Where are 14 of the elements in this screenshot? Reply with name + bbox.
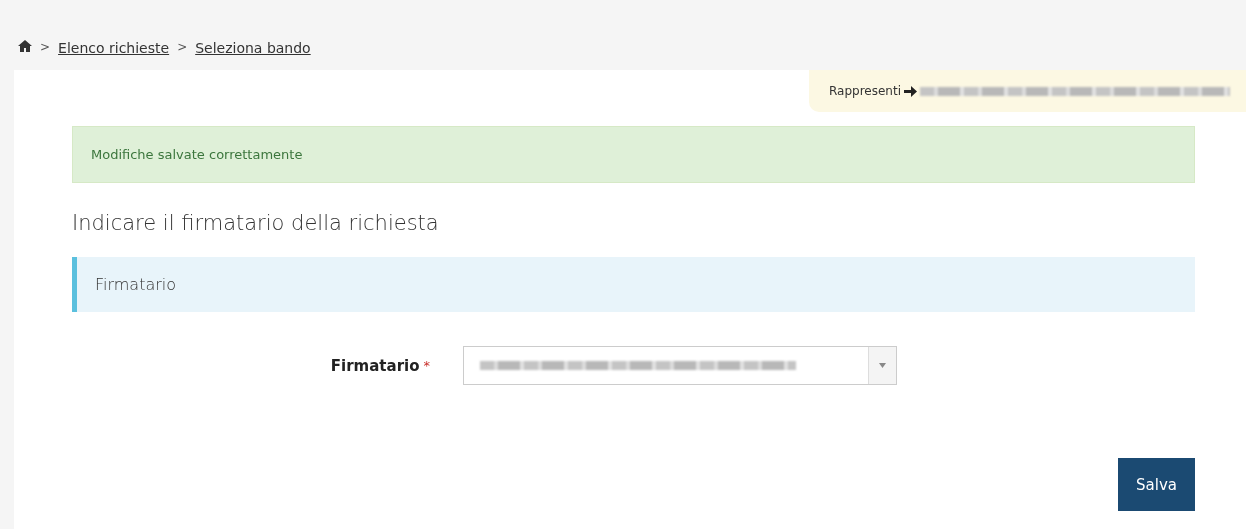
- save-button[interactable]: Salva: [1118, 458, 1195, 511]
- breadcrumb-separator: >: [177, 40, 188, 54]
- breadcrumb-link[interactable]: Seleziona bando: [195, 40, 311, 56]
- breadcrumb-link[interactable]: Elenco richieste: [58, 40, 170, 56]
- breadcrumb-separator: >: [40, 40, 51, 54]
- success-alert: Modifiche salvate correttamente: [72, 126, 1195, 183]
- panel-header: Firmatario: [72, 257, 1195, 312]
- required-mark: *: [423, 358, 430, 373]
- right-arrow-icon: [904, 85, 917, 97]
- section-heading: Indicare il firmatario della richiesta: [72, 211, 440, 235]
- dropdown-caret-icon: [879, 363, 886, 368]
- home-icon[interactable]: [18, 40, 32, 52]
- field-label: Firmatario *: [329, 356, 431, 375]
- represent-label: Rappresenti: [829, 84, 901, 98]
